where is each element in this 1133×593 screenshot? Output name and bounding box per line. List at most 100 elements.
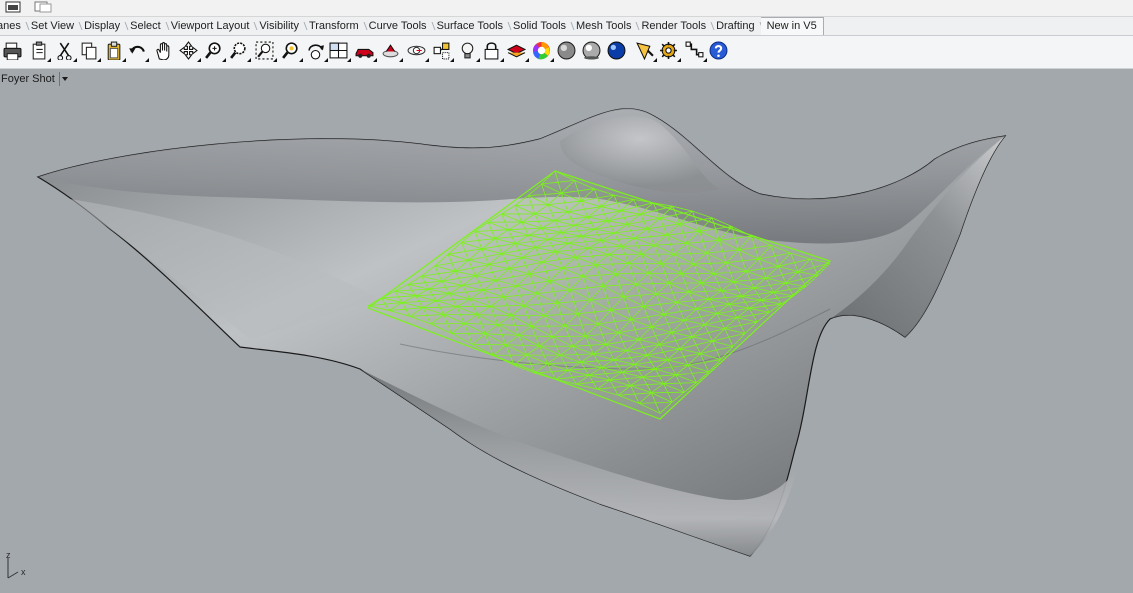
move-button[interactable]	[177, 39, 201, 62]
window-icon[interactable]	[2, 0, 24, 14]
flyout-indicator	[399, 58, 403, 62]
tab-label: Render Tools	[641, 20, 707, 32]
world-axes-indicator: z x	[4, 550, 34, 584]
render-sphere-button[interactable]	[605, 39, 627, 61]
zoom-window-button[interactable]	[227, 39, 251, 62]
car-icon	[355, 41, 374, 60]
tab-label: Surface Tools	[436, 20, 504, 32]
flyout-indicator	[450, 58, 454, 62]
move-icon	[178, 40, 198, 60]
pan-hand-button[interactable]	[151, 39, 173, 61]
scene[interactable]	[0, 69, 1133, 593]
tab-mesh-tools[interactable]: Mesh Tools	[572, 17, 637, 35]
tab-anes[interactable]: anes	[0, 17, 27, 35]
restore-window-icon[interactable]	[32, 0, 54, 14]
tab-label: Visibility	[259, 20, 299, 32]
rotate-view-button[interactable]	[304, 39, 328, 62]
tab-viewport-layout[interactable]: Viewport Layout	[167, 17, 256, 35]
tab-label: New in V5	[766, 20, 817, 32]
tab-label: Viewport Layout	[170, 20, 250, 32]
display-mode-button[interactable]	[379, 39, 403, 62]
four-viewports-button[interactable]	[327, 39, 351, 62]
tab-label: Drafting	[716, 20, 755, 32]
tab-drafting[interactable]: Drafting	[712, 17, 761, 35]
flyout-indicator	[347, 58, 351, 62]
four-viewports-icon	[329, 41, 348, 60]
help-button[interactable]	[707, 39, 729, 61]
cut-button[interactable]	[53, 39, 77, 62]
zoom-window-icon	[229, 41, 248, 60]
zoom-extents-button[interactable]	[253, 39, 277, 62]
shade-sphere-icon	[557, 41, 576, 60]
tab-visibility[interactable]: Visibility	[255, 17, 305, 35]
flyout-indicator	[677, 58, 681, 62]
print-button[interactable]	[1, 39, 23, 61]
color-wheel-button[interactable]	[530, 39, 554, 62]
options-gear-icon	[659, 41, 678, 60]
title-strip	[0, 0, 1133, 17]
layer-icon	[506, 41, 526, 60]
tab-display[interactable]: Display	[80, 17, 126, 35]
orbit-button[interactable]	[405, 39, 429, 62]
select-filter-icon	[432, 41, 451, 60]
lock-button[interactable]	[480, 39, 504, 62]
pan-hand-icon	[153, 41, 172, 60]
paste-icon	[29, 41, 48, 60]
toolbar-tab-bar: anes Set View Display Select Viewport Layout…	[0, 17, 1133, 36]
tab-label: Solid Tools	[513, 20, 567, 32]
flyout-indicator	[299, 58, 303, 62]
flyout-indicator	[247, 58, 251, 62]
tab-render-tools[interactable]: Render Tools	[637, 17, 712, 35]
color-wheel-icon	[532, 41, 551, 60]
clipboard-button[interactable]	[102, 39, 126, 62]
flyout-indicator	[500, 58, 504, 62]
tab-label: anes	[0, 20, 21, 32]
tab-set-view[interactable]: Set View	[27, 17, 80, 35]
tab-label: Select	[130, 20, 161, 32]
zoom-selected-icon	[281, 41, 300, 60]
options-gear-button[interactable]	[657, 39, 681, 62]
copy-button[interactable]	[77, 39, 101, 62]
perspective-viewport[interactable]: Foyer Shot z x	[0, 69, 1133, 593]
tab-transform[interactable]: Transform	[305, 17, 365, 35]
paste-button[interactable]	[27, 39, 51, 62]
tab-curve-tools[interactable]: Curve Tools	[365, 17, 433, 35]
zoom-icon	[204, 41, 223, 60]
lightbulb-icon	[458, 41, 477, 60]
tab-select[interactable]: Select	[126, 17, 167, 35]
tab-solid-tools[interactable]: Solid Tools	[509, 17, 572, 35]
shade-sphere-button[interactable]	[555, 39, 577, 61]
clipboard-icon	[104, 41, 123, 60]
undo-button[interactable]	[125, 39, 149, 62]
display-mode-icon	[381, 41, 400, 60]
undo-icon	[127, 41, 146, 60]
cut-icon	[55, 41, 74, 60]
axis-z-label: z	[6, 550, 11, 560]
flyout-indicator	[97, 58, 101, 62]
material-icon	[635, 41, 654, 60]
lightbulb-button[interactable]	[456, 39, 480, 62]
tab-surface-tools[interactable]: Surface Tools	[433, 17, 509, 35]
zoom-extents-icon	[255, 41, 274, 60]
orbit-icon	[407, 41, 426, 60]
copy-icon	[79, 41, 98, 60]
layer-button[interactable]	[505, 39, 529, 62]
flyout-indicator	[145, 58, 149, 62]
material-button[interactable]	[633, 39, 657, 62]
tab-new-in-v5[interactable]: New in V5	[760, 17, 824, 35]
flyout-indicator	[550, 58, 554, 62]
flyout-indicator	[373, 58, 377, 62]
standard-toolbar	[0, 36, 1133, 69]
render-sphere-icon	[607, 41, 626, 60]
rendered-sphere-icon	[582, 41, 601, 60]
rendered-sphere-button[interactable]	[580, 39, 602, 61]
flyout-indicator	[222, 58, 226, 62]
select-filter-button[interactable]	[430, 39, 454, 62]
tab-label: Display	[84, 20, 121, 32]
print-icon	[3, 41, 22, 60]
car-button[interactable]	[353, 39, 377, 62]
zoom-button[interactable]	[202, 39, 226, 62]
grasshopper-button[interactable]	[683, 39, 707, 62]
tab-label: Transform	[308, 20, 359, 32]
zoom-selected-button[interactable]	[279, 39, 303, 62]
